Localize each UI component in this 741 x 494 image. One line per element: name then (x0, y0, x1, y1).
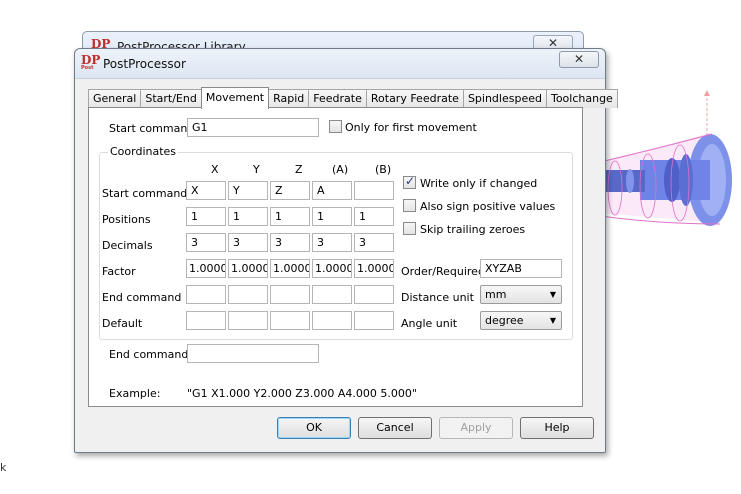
row-label-decimals: Decimals (102, 239, 153, 252)
help-button[interactable]: Help (520, 417, 594, 439)
default-a-input[interactable] (312, 311, 352, 330)
tab-spindlespeed[interactable]: Spindlespeed (462, 89, 547, 108)
dialog-close-button[interactable]: ✕ (559, 51, 599, 68)
skip-trailing-zeroes-label: Skip trailing zeroes (420, 223, 526, 236)
order-required-label: Order/Required (401, 265, 485, 278)
angle-unit-value: degree (485, 314, 524, 327)
end-command-input[interactable] (187, 344, 319, 363)
sign-positive-checkbox[interactable] (403, 199, 416, 212)
factor-x-input[interactable]: 1.0000( (186, 259, 226, 278)
default-z-input[interactable] (270, 311, 310, 330)
app-logo-icon: DP Post (81, 53, 101, 71)
chevron-down-icon: ▼ (549, 316, 556, 325)
angle-unit-select[interactable]: degree ▼ (480, 311, 562, 330)
tab-feedrate[interactable]: Feedrate (308, 89, 367, 108)
column-header-z: Z (295, 163, 303, 176)
example-label: Example: (109, 387, 161, 400)
start-command-y-input[interactable]: Y (228, 181, 268, 200)
row-label-positions: Positions (102, 213, 151, 226)
movement-panel: Start command G1 Only for first movement… (88, 107, 583, 407)
start-command-label: Start command (109, 122, 195, 135)
row-label-factor: Factor (102, 265, 136, 278)
end-command-a-input[interactable] (312, 285, 352, 304)
column-header-b: (B) (375, 163, 392, 176)
coordinates-title: Coordinates (108, 145, 179, 158)
write-only-changed-label: Write only if changed (420, 177, 538, 190)
distance-unit-select[interactable]: mm ▼ (480, 285, 562, 304)
end-command-b-input[interactable] (354, 285, 394, 304)
column-header-a: (A) (332, 163, 349, 176)
column-header-x: X (211, 163, 219, 176)
dialog-client: General Start/End Movement Rapid Feedrat… (81, 79, 618, 446)
start-command-x-input[interactable]: X (186, 181, 226, 200)
positions-z-input[interactable]: 1 (270, 207, 310, 226)
end-command-z-input[interactable] (270, 285, 310, 304)
only-first-movement-label: Only for first movement (345, 121, 477, 134)
tab-movement[interactable]: Movement (200, 87, 270, 109)
distance-unit-value: mm (485, 288, 507, 301)
dialog-title: PostProcessor (103, 57, 186, 71)
example-value: "G1 X1.000 Y2.000 Z3.000 A4.000 5.000" (187, 387, 417, 400)
positions-b-input[interactable]: 1 (354, 207, 394, 226)
default-b-input[interactable] (354, 311, 394, 330)
tab-toolchange[interactable]: Toolchange (545, 89, 618, 108)
end-command-label: End command (109, 348, 189, 361)
tab-bar: General Start/End Movement Rapid Feedrat… (88, 87, 618, 109)
order-required-input[interactable]: XYZAB (480, 259, 562, 278)
coordinates-group: Coordinates X Y Z (A) (B) Start command … (99, 145, 573, 340)
row-label-default: Default (102, 317, 143, 330)
row-label-end-command: End command (102, 291, 182, 304)
postprocessor-dialog: DP Post PostProcessor ✕ General Start/End… (74, 48, 618, 453)
decimals-b-input[interactable]: 3 (354, 233, 394, 252)
cursor-mark: k (0, 461, 7, 474)
tab-general[interactable]: General (88, 89, 142, 108)
sign-positive-label: Also sign positive values (420, 200, 556, 213)
tab-rapid[interactable]: Rapid (268, 89, 310, 108)
factor-y-input[interactable]: 1.0000( (228, 259, 268, 278)
apply-button[interactable]: Apply (439, 417, 513, 439)
tab-start-end[interactable]: Start/End (140, 89, 202, 108)
angle-unit-label: Angle unit (401, 317, 458, 330)
default-x-input[interactable] (186, 311, 226, 330)
end-command-y-input[interactable] (228, 285, 268, 304)
start-command-z-input[interactable]: Z (270, 181, 310, 200)
ok-button[interactable]: OK (277, 417, 351, 439)
factor-a-input[interactable]: 1.0000( (312, 259, 352, 278)
decimals-z-input[interactable]: 3 (270, 233, 310, 252)
default-y-input[interactable] (228, 311, 268, 330)
row-label-start-command: Start command (102, 187, 188, 200)
background-3d-render (600, 90, 732, 226)
dialog-titlebar[interactable]: DP Post PostProcessor ✕ (75, 49, 605, 79)
decimals-a-input[interactable]: 3 (312, 233, 352, 252)
decimals-y-input[interactable]: 3 (228, 233, 268, 252)
chevron-down-icon: ▼ (549, 290, 556, 299)
positions-a-input[interactable]: 1 (312, 207, 352, 226)
only-first-movement-checkbox[interactable] (329, 120, 342, 133)
distance-unit-label: Distance unit (401, 291, 474, 304)
factor-b-input[interactable]: 1.0000( (354, 259, 394, 278)
start-command-a-input[interactable]: A (312, 181, 352, 200)
write-only-changed-checkbox[interactable] (403, 174, 416, 189)
positions-x-input[interactable]: 1 (186, 207, 226, 226)
skip-trailing-zeroes-checkbox[interactable] (403, 222, 416, 235)
decimals-x-input[interactable]: 3 (186, 233, 226, 252)
end-command-x-input[interactable] (186, 285, 226, 304)
start-command-input[interactable]: G1 (187, 118, 319, 137)
column-header-y: Y (253, 163, 260, 176)
factor-z-input[interactable]: 1.0000( (270, 259, 310, 278)
cancel-button[interactable]: Cancel (358, 417, 432, 439)
tab-rotary-feedrate[interactable]: Rotary Feedrate (365, 89, 464, 108)
positions-y-input[interactable]: 1 (228, 207, 268, 226)
start-command-b-input[interactable] (354, 181, 394, 200)
